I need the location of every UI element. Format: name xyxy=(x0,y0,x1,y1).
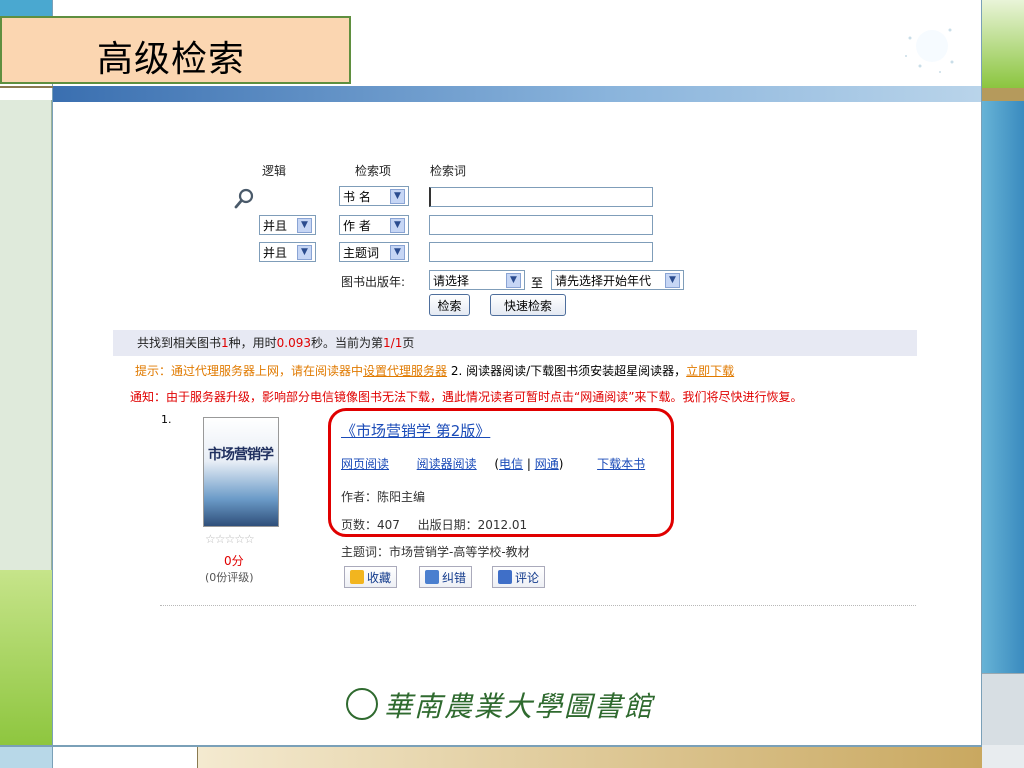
field-select-1-value: 书 名 xyxy=(343,189,371,204)
chevron-down-icon: ▼ xyxy=(390,217,405,233)
column-term-header: 检索词 xyxy=(430,164,467,178)
result-divider xyxy=(160,605,916,606)
field-select-2-value: 作 者 xyxy=(343,218,371,233)
correct-label: 纠错 xyxy=(442,570,467,585)
frame-top-bar xyxy=(53,86,981,102)
correct-button[interactable]: 纠错 xyxy=(419,566,473,588)
term-input-3[interactable] xyxy=(429,242,653,262)
chevron-down-icon: ▼ xyxy=(665,272,680,288)
field-select-3[interactable]: 主题词 ▼ xyxy=(339,242,409,262)
rating-count: (0份评级) xyxy=(205,571,254,584)
library-logo: 華南農業大學圖書館 xyxy=(384,690,655,723)
favorite-button[interactable]: 收藏 xyxy=(344,566,398,588)
rating-score: 0分 xyxy=(224,554,244,568)
frame-left-middle xyxy=(0,100,52,570)
year-to-select[interactable]: 请先选择开始年代 ▼ xyxy=(551,270,684,290)
frame-right-line xyxy=(981,0,982,768)
result-summary: 共找到相关图书1种，用时0.093秒。当前为第1/1页 xyxy=(113,330,917,356)
summary-count: 1 xyxy=(221,336,229,350)
proxy-settings-link[interactable]: 设置代理服务器 xyxy=(363,364,447,378)
logic-select-3-value: 并且 xyxy=(263,245,288,260)
field-select-2[interactable]: 作 者 ▼ xyxy=(339,215,409,235)
notice-line: 通知：由于服务器升级，影响部分电信镜像图书无法下载，遇此情况读者可暂时点击“网通… xyxy=(130,390,803,404)
quick-search-button[interactable]: 快速检索 xyxy=(490,294,566,316)
frame-right-blue xyxy=(982,101,1024,673)
summary-suffix: 页 xyxy=(402,336,415,350)
chevron-down-icon: ▼ xyxy=(390,188,405,204)
comment-label: 评论 xyxy=(515,570,540,585)
chevron-down-icon: ▼ xyxy=(297,217,312,233)
comment-icon xyxy=(498,570,512,584)
summary-mid1: 种，用时 xyxy=(228,336,277,350)
summary-mid2: 秒。当前为第 xyxy=(311,336,384,350)
logic-select-3[interactable]: 并且 ▼ xyxy=(259,242,316,262)
tip-label: 提示： xyxy=(135,364,172,378)
tip-text1: 通过代理服务器上网，请在阅读器中 xyxy=(171,364,364,378)
summary-prefix: 共找到相关图书 xyxy=(137,336,222,350)
year-from-select[interactable]: 请选择 ▼ xyxy=(429,270,525,290)
download-now-link[interactable]: 立即下载 xyxy=(686,364,734,378)
search-button[interactable]: 检索 xyxy=(429,294,470,316)
term-input-2[interactable] xyxy=(429,215,653,235)
book-subject: 主题词：市场营销学-高等学校-教材 xyxy=(341,545,530,559)
term-input-1[interactable] xyxy=(429,187,653,207)
year-to-value: 请先选择开始年代 xyxy=(555,273,652,288)
summary-page: 1/1 xyxy=(383,336,403,350)
cover-title: 市场营销学 xyxy=(208,447,274,463)
comment-button[interactable]: 评论 xyxy=(492,566,546,588)
slide-title: 高级检索 xyxy=(97,39,246,80)
tip-text2: 2. 阅读器阅读/下载图书须安装超星阅读器， xyxy=(447,364,687,378)
favorite-label: 收藏 xyxy=(367,570,392,585)
frame-right-grey xyxy=(982,673,1024,745)
sparkle-icon xyxy=(905,28,954,73)
logic-select-2-value: 并且 xyxy=(263,218,288,233)
book-cover[interactable]: 市场营销学 xyxy=(203,417,279,527)
frame-right-brown xyxy=(982,88,1024,101)
result-index: 1. xyxy=(161,413,172,426)
logic-select-2[interactable]: 并且 ▼ xyxy=(259,215,316,235)
pub-year-label: 图书出版年: xyxy=(341,275,406,289)
frame-top-brown-line xyxy=(0,86,53,88)
year-from-value: 请选择 xyxy=(433,273,470,288)
frame-left-green xyxy=(0,570,52,745)
favorite-icon xyxy=(350,570,364,584)
chevron-down-icon: ▼ xyxy=(390,244,405,260)
chevron-down-icon: ▼ xyxy=(297,244,312,260)
rating-stars[interactable]: ☆☆☆☆☆ xyxy=(205,532,255,546)
magnifier-icon xyxy=(234,188,254,209)
library-seal-icon xyxy=(346,688,378,720)
frame-left-line xyxy=(52,0,53,768)
frame-right-bottom xyxy=(982,745,1024,768)
highlight-frame xyxy=(328,408,674,537)
frame-right-top xyxy=(982,0,1024,88)
chevron-down-icon: ▼ xyxy=(506,272,521,288)
frame-left-bottom xyxy=(0,745,52,768)
column-field-header: 检索项 xyxy=(355,164,392,178)
column-logic-header: 逻辑 xyxy=(262,164,287,178)
frame-left-top xyxy=(0,0,52,17)
field-select-3-value: 主题词 xyxy=(343,245,380,260)
year-to-label: 至 xyxy=(531,276,544,290)
tip-line: 提示：通过代理服务器上网，请在阅读器中设置代理服务器 2. 阅读器阅读/下载图书… xyxy=(135,362,734,379)
frame-bottom-gold xyxy=(198,747,982,768)
field-select-1[interactable]: 书 名 ▼ xyxy=(339,186,409,206)
edit-icon xyxy=(425,570,439,584)
summary-time: 0.093 xyxy=(276,336,312,350)
